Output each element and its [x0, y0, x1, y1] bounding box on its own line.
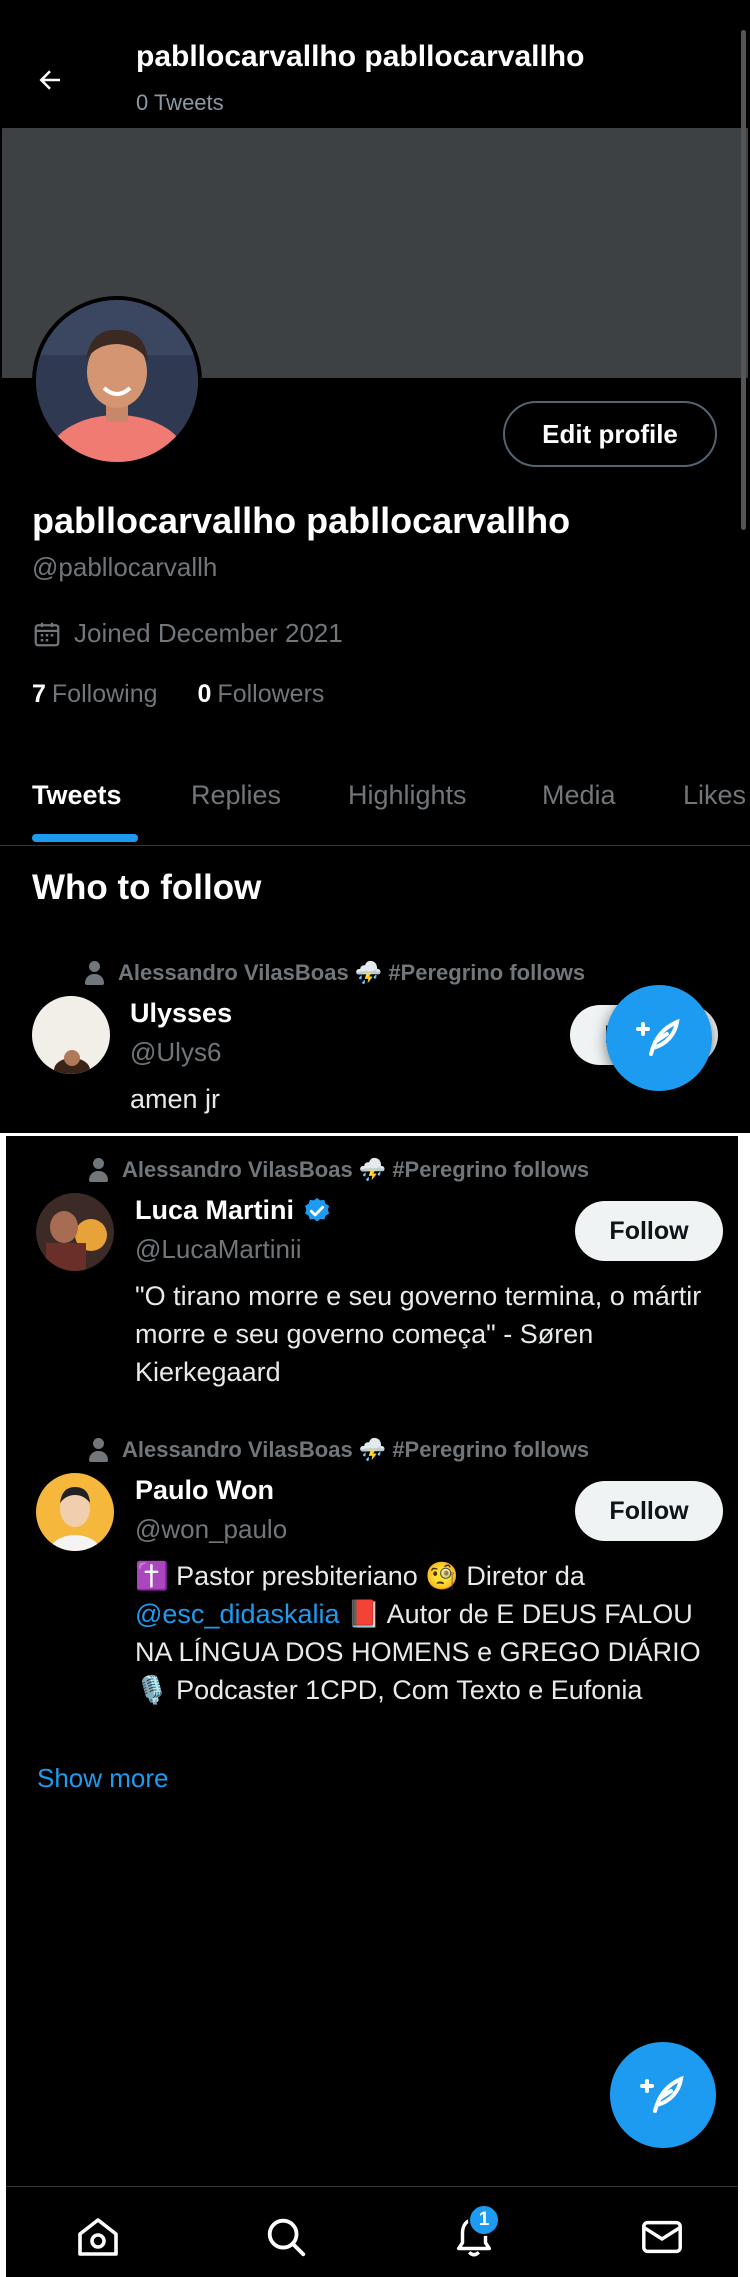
- user-name-text: Luca Martini: [135, 1195, 295, 1225]
- frame-edge-right: [738, 1133, 750, 2277]
- social-context-text: Alessandro VilasBoas ⛈️ #Peregrino follo…: [118, 960, 586, 985]
- following-label: Following: [51, 680, 158, 708]
- social-context: Alessandro VilasBoas ⛈️ #Peregrino follo…: [88, 1437, 589, 1463]
- compose-tweet-button[interactable]: [610, 2042, 716, 2148]
- profile-avatar[interactable]: [32, 296, 202, 466]
- follow-stats: 7 Following 0 Followers: [32, 680, 324, 709]
- user-bio: amen jr: [130, 1084, 221, 1114]
- who-to-follow-title: Who to follow: [32, 868, 262, 907]
- compose-feather-icon: [640, 2075, 684, 2113]
- person-icon: [88, 1158, 108, 1182]
- user-bio-text: ✝️ Pastor presbiteriano 🧐 Diretor da: [135, 1561, 585, 1591]
- nav-search[interactable]: [258, 2209, 314, 2265]
- user-avatar-photo: [32, 996, 110, 1074]
- compose-tweet-button[interactable]: [606, 985, 712, 1091]
- follow-button[interactable]: Follow: [575, 1481, 723, 1541]
- social-context-text: Alessandro VilasBoas ⛈️ #Peregrino follo…: [122, 1157, 590, 1182]
- back-button[interactable]: [28, 58, 72, 102]
- user-avatar-luca-martini[interactable]: [36, 1193, 114, 1271]
- joined-text: Joined December 2021: [74, 618, 343, 648]
- user-name[interactable]: Luca Martini: [135, 1195, 332, 1226]
- notifications-badge: 1: [468, 2204, 500, 2236]
- tab-media[interactable]: Media: [542, 780, 616, 811]
- user-avatar-paulo-won[interactable]: [36, 1473, 114, 1551]
- following-count: 7: [32, 680, 46, 708]
- user-handle: @LucaMartinii: [135, 1234, 302, 1264]
- header-tweet-count: 0 Tweets: [136, 90, 224, 115]
- nav-messages[interactable]: [634, 2209, 690, 2265]
- active-tab-indicator: [32, 834, 138, 842]
- tab-highlights[interactable]: Highlights: [348, 780, 467, 811]
- user-handle: @Ulys6: [130, 1037, 222, 1067]
- followers-count: 0: [197, 680, 212, 708]
- tab-tweets[interactable]: Tweets: [32, 780, 122, 811]
- profile-handle: @pabllocarvallh: [32, 552, 218, 582]
- profile-avatar-photo: [36, 300, 198, 462]
- messages-icon: [642, 2220, 682, 2254]
- tab-likes[interactable]: Likes: [683, 780, 746, 811]
- person-icon: [88, 1438, 108, 1462]
- back-arrow-icon: [39, 70, 60, 90]
- user-avatar-photo: [36, 1473, 114, 1551]
- user-handle: @won_paulo: [135, 1514, 288, 1544]
- home-icon: [78, 2218, 118, 2256]
- follow-button[interactable]: Follow: [575, 1201, 723, 1261]
- search-icon: [267, 2218, 306, 2257]
- edit-profile-button[interactable]: Edit profile: [503, 401, 717, 467]
- header-title: pabllocarvallho pabllocarvallho: [136, 40, 585, 73]
- user-name[interactable]: Paulo Won: [135, 1475, 274, 1506]
- social-context: Alessandro VilasBoas ⛈️ #Peregrino follo…: [84, 960, 585, 986]
- user-name[interactable]: Ulysses: [130, 998, 232, 1029]
- verified-badge-icon: [305, 1197, 330, 1221]
- user-bio: "O tirano morre e seu governo termina, o…: [135, 1281, 702, 1387]
- tab-replies[interactable]: Replies: [191, 780, 281, 811]
- social-context: Alessandro VilasBoas ⛈️ #Peregrino follo…: [88, 1157, 589, 1183]
- social-context-text: Alessandro VilasBoas ⛈️ #Peregrino follo…: [122, 1437, 590, 1462]
- bottom-navigation: [6, 2186, 738, 2277]
- followers-link[interactable]: 0 Followers: [198, 680, 325, 709]
- bio-mention-link[interactable]: @esc_didaskalia: [135, 1599, 340, 1629]
- person-icon: [84, 961, 104, 985]
- followers-label: Followers: [217, 680, 325, 708]
- joined-date: Joined December 2021: [32, 618, 343, 649]
- profile-tabs: Tweets Replies Highlights Media Likes: [0, 760, 750, 846]
- following-link[interactable]: 7 Following: [32, 680, 158, 709]
- user-avatar-ulysses[interactable]: [32, 996, 110, 1074]
- calendar-icon: [34, 622, 60, 646]
- compose-feather-icon: [636, 1018, 680, 1056]
- show-more-link[interactable]: Show more: [37, 1763, 169, 1794]
- scrollbar[interactable]: [741, 30, 746, 530]
- user-bio: ✝️ Pastor presbiteriano 🧐 Diretor da @es…: [135, 1557, 727, 1709]
- nav-home[interactable]: [70, 2209, 126, 2265]
- profile-name: pabllocarvallho pabllocarvallho: [32, 500, 571, 541]
- user-avatar-photo: [36, 1193, 114, 1271]
